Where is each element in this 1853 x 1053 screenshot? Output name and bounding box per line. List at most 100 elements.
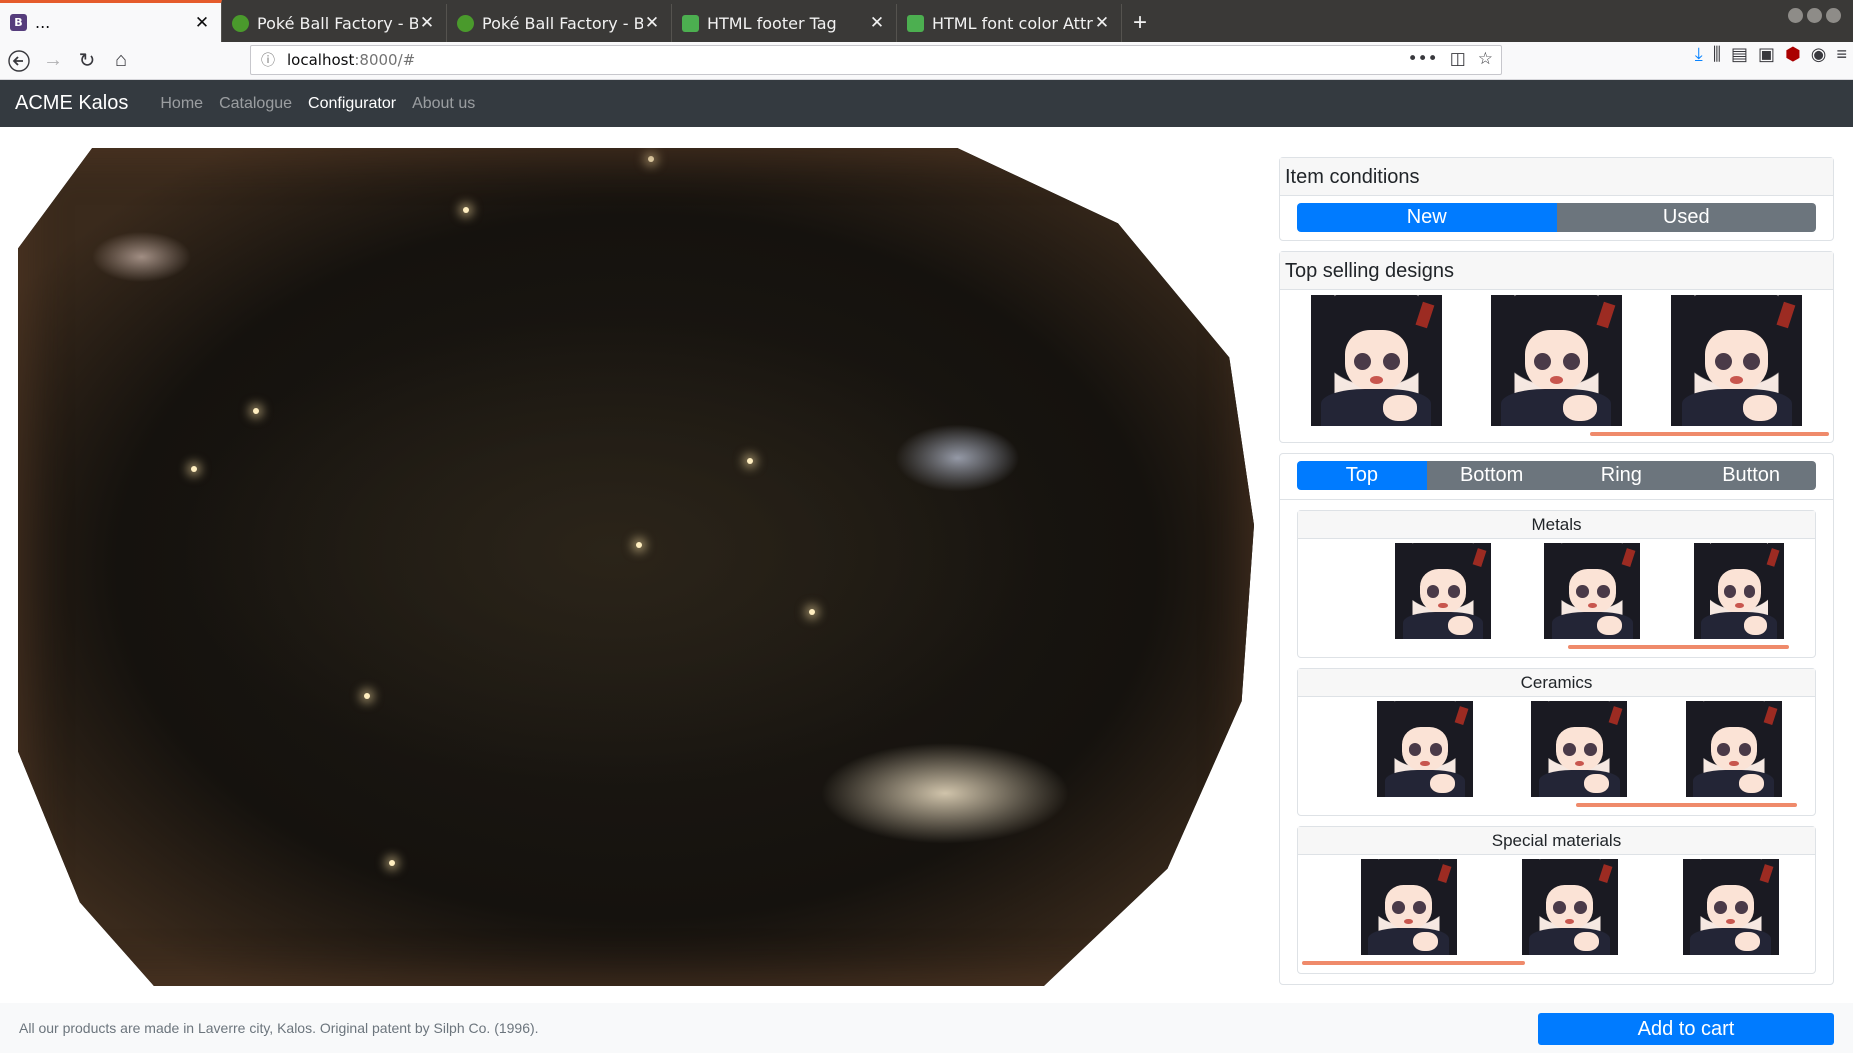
pocket-icon[interactable]: ◫: [1450, 49, 1466, 69]
close-window-button[interactable]: [1826, 8, 1841, 23]
info-icon[interactable]: ⓘ: [261, 50, 275, 70]
condition-used-button[interactable]: Used: [1556, 203, 1816, 232]
ball-rim-shading: [18, 148, 1254, 986]
url-bar[interactable]: ⓘ localhost:8000/# ••• ◫ ☆: [250, 45, 1502, 75]
new-tab-button[interactable]: +: [1122, 4, 1158, 42]
browser-tab-bar: B ... ✕ Poké Ball Factory - Bulba ✕ Poké…: [0, 0, 1853, 42]
footer-text: All our products are made in Laverre cit…: [19, 1020, 539, 1036]
browser-tab[interactable]: Poké Ball Factory - Bulba ✕: [222, 4, 447, 42]
window-controls: [1788, 8, 1841, 23]
tab-title: HTML footer Tag: [707, 13, 837, 33]
condition-toggle: New Used: [1297, 203, 1816, 232]
add-to-cart-button[interactable]: Add to cart: [1538, 1013, 1834, 1045]
carousel-scroll-indicator[interactable]: [1568, 645, 1789, 649]
material-section-ceramics: Ceramics: [1297, 668, 1816, 816]
bulbapedia-icon: [457, 14, 474, 32]
reload-icon[interactable]: ↻: [70, 44, 104, 78]
ceiling-light: [252, 407, 259, 414]
ceiling-light: [364, 692, 371, 699]
material-thumbnail[interactable]: [1694, 543, 1785, 639]
account-icon[interactable]: ◉: [1811, 44, 1827, 65]
bookmark-star-icon[interactable]: ☆: [1478, 49, 1493, 69]
url-path: :8000/#: [354, 51, 416, 69]
part-tabs: Top Bottom Ring Button: [1297, 461, 1816, 490]
reflection-render: [18, 148, 1254, 986]
ceiling-light: [648, 156, 655, 163]
bootstrap-icon: B: [10, 14, 27, 31]
ceiling-light: [462, 206, 469, 213]
material-thumbnail[interactable]: [1682, 859, 1779, 955]
material-section-metals: Metals: [1297, 510, 1816, 658]
ceiling-light: [191, 466, 198, 473]
site-navbar: ACME Kalos Home Catalogue Configurator A…: [0, 80, 1853, 127]
browser-tab-active[interactable]: B ... ✕: [0, 0, 222, 42]
material-carousel[interactable]: [1298, 539, 1815, 639]
close-icon[interactable]: ✕: [1093, 13, 1111, 33]
section-title: Ceramics: [1298, 669, 1815, 697]
library-icon[interactable]: ⫼: [1713, 44, 1721, 65]
nav-link-configurator[interactable]: Configurator: [300, 95, 404, 113]
configurator-sidebar: Item conditions New Used Top selling des…: [1279, 157, 1834, 995]
top-selling-header: Top selling designs: [1280, 252, 1833, 290]
bulbapedia-icon: [232, 14, 249, 32]
pokeball-3d-viewer[interactable]: [18, 148, 1254, 986]
nav-link-home[interactable]: Home: [152, 95, 211, 113]
material-section-special: Special materials: [1297, 826, 1816, 974]
close-icon[interactable]: ✕: [193, 13, 211, 33]
design-thumbnail[interactable]: [1671, 295, 1803, 426]
design-thumbnail[interactable]: [1310, 295, 1442, 426]
material-thumbnail[interactable]: [1544, 543, 1641, 639]
tab-top[interactable]: Top: [1297, 461, 1427, 490]
carousel-scroll-indicator[interactable]: [1302, 961, 1525, 965]
sidebar-icon[interactable]: ▤: [1731, 44, 1748, 65]
material-thumbnail[interactable]: [1394, 543, 1491, 639]
browser-tab[interactable]: HTML footer Tag ✕: [672, 4, 897, 42]
tab-title: Poké Ball Factory - Bulba: [482, 13, 643, 33]
section-title: Special materials: [1298, 827, 1815, 855]
brand-logo[interactable]: ACME Kalos: [15, 92, 128, 115]
close-icon[interactable]: ✕: [868, 13, 886, 33]
ceiling-light: [388, 860, 395, 867]
top-selling-card: Top selling designs: [1279, 251, 1834, 443]
tab-ring[interactable]: Ring: [1556, 461, 1687, 490]
forward-icon[interactable]: →: [36, 44, 70, 78]
top-selling-carousel[interactable]: [1280, 290, 1833, 426]
design-thumbnail[interactable]: [1490, 295, 1622, 426]
material-carousel[interactable]: [1298, 855, 1815, 955]
ceiling-light: [809, 608, 816, 615]
home-icon[interactable]: ⌂: [104, 44, 138, 78]
screenshot-icon[interactable]: ▣: [1758, 44, 1775, 65]
material-thumbnail[interactable]: [1531, 701, 1628, 797]
close-icon[interactable]: ✕: [418, 13, 436, 33]
back-icon[interactable]: [2, 44, 36, 78]
minimize-button[interactable]: [1788, 8, 1803, 23]
ublock-icon[interactable]: ⬢: [1785, 44, 1801, 65]
tab-button[interactable]: Button: [1686, 461, 1816, 490]
close-icon[interactable]: ✕: [643, 13, 661, 33]
carousel-scroll-indicator[interactable]: [1590, 432, 1829, 436]
material-thumbnail[interactable]: [1521, 859, 1618, 955]
item-conditions-header: Item conditions: [1280, 158, 1833, 196]
maximize-button[interactable]: [1807, 8, 1822, 23]
material-thumbnail[interactable]: [1685, 701, 1782, 797]
material-thumbnail[interactable]: [1360, 859, 1457, 955]
material-carousel[interactable]: [1298, 697, 1815, 797]
w3schools-icon: [907, 14, 924, 32]
nav-link-about[interactable]: About us: [404, 95, 483, 113]
nav-link-catalogue[interactable]: Catalogue: [211, 95, 300, 113]
tab-title: HTML font color Attribu: [932, 13, 1093, 33]
menu-icon[interactable]: ≡: [1836, 44, 1847, 65]
url-host: localhost: [287, 51, 355, 69]
condition-new-button[interactable]: New: [1297, 203, 1557, 232]
download-icon[interactable]: ⤓: [1695, 44, 1703, 65]
browser-tab[interactable]: HTML font color Attribu ✕: [897, 4, 1122, 42]
item-conditions-card: Item conditions New Used: [1279, 157, 1834, 241]
material-thumbnail[interactable]: [1377, 701, 1474, 797]
page-actions-icon[interactable]: •••: [1408, 49, 1438, 69]
parts-card: Top Bottom Ring Button Metals Ceramics S…: [1279, 453, 1834, 985]
tab-title: ...: [35, 13, 51, 32]
browser-tab[interactable]: Poké Ball Factory - Bulba ✕: [447, 4, 672, 42]
section-title: Metals: [1298, 511, 1815, 539]
tab-bottom[interactable]: Bottom: [1426, 461, 1557, 490]
carousel-scroll-indicator[interactable]: [1576, 803, 1797, 807]
